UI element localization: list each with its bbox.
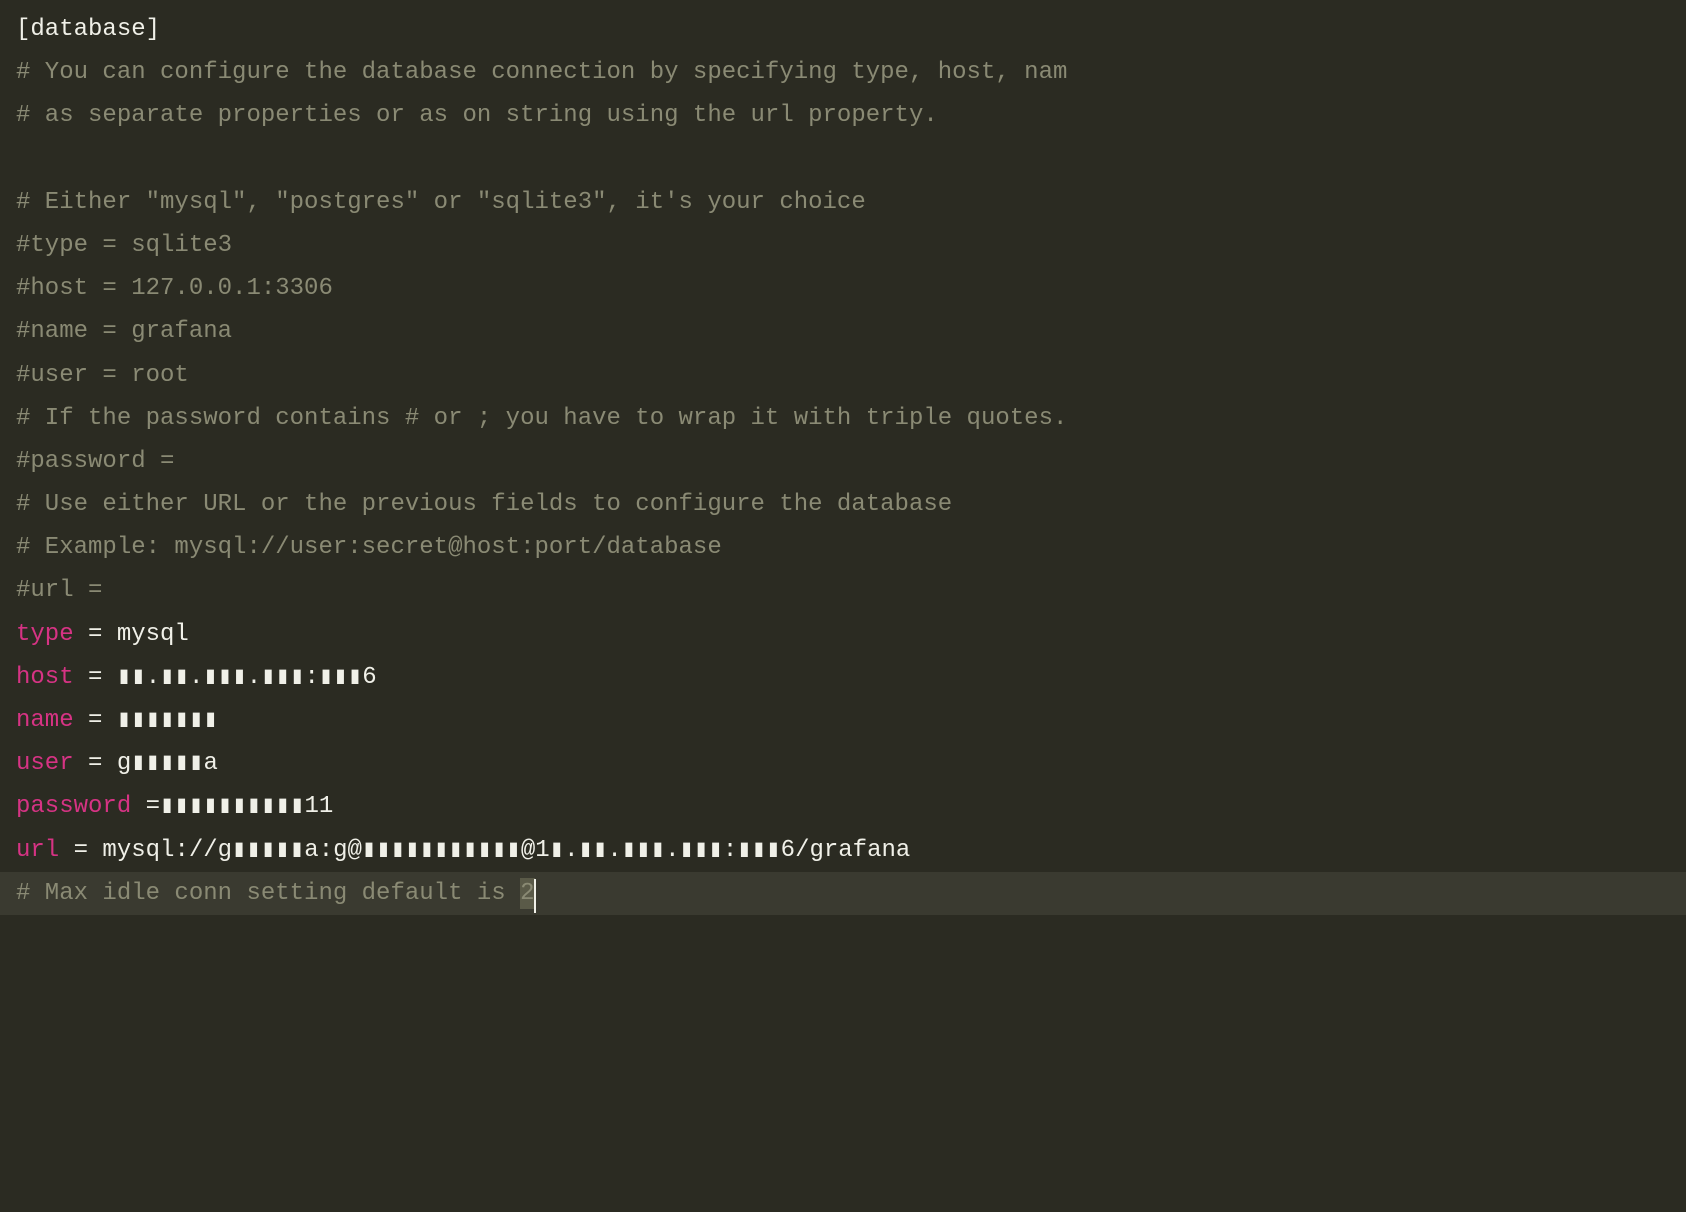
- config-value-user-obscured: g▮▮▮▮▮a: [117, 750, 218, 777]
- config-key-type: type: [16, 621, 74, 648]
- config-value-type: = mysql: [74, 621, 189, 648]
- comment-text: #user = root: [16, 362, 189, 389]
- config-line-type: type = mysql: [16, 613, 1670, 656]
- comment-text: #url =: [16, 577, 102, 604]
- section-header-line: [database]: [16, 8, 1670, 51]
- current-line[interactable]: # Max idle conn setting default is 2: [0, 872, 1686, 915]
- comment-line: #user = root: [16, 354, 1670, 397]
- comment-line: #type = sqlite3: [16, 224, 1670, 267]
- config-value-url-suffix: /grafana: [795, 837, 910, 864]
- config-line-host: host = ▮▮.▮▮.▮▮▮.▮▮▮:▮▮▮6: [16, 656, 1670, 699]
- comment-text: # as separate properties or as on string…: [16, 102, 938, 129]
- comment-text: # Either "mysql", "postgres" or "sqlite3…: [16, 189, 866, 216]
- config-line-user: user = g▮▮▮▮▮a: [16, 742, 1670, 785]
- comment-line: # as separate properties or as on string…: [16, 94, 1670, 137]
- config-key-host: host: [16, 664, 74, 691]
- section-header: [database]: [16, 16, 160, 43]
- config-value-url-obscured: ▮▮▮▮▮a:g@▮▮▮▮▮▮▮▮▮▮▮@1▮.▮▮.▮▮▮.▮▮▮:▮▮▮6: [232, 837, 795, 864]
- comment-line: #host = 127.0.0.1:3306: [16, 267, 1670, 310]
- text-cursor: [534, 879, 536, 913]
- config-value-name-obscured: ▮▮▮▮▮▮▮: [117, 707, 218, 734]
- comment-text: # Example: mysql://user:secret@host:port…: [16, 534, 722, 561]
- highlighted-char: 2: [520, 878, 534, 909]
- comment-text: # Use either URL or the previous fields …: [16, 491, 952, 518]
- comment-text: #name = grafana: [16, 318, 232, 345]
- config-value-password-obscured: ▮▮▮▮▮▮▮▮▮▮11: [160, 793, 333, 820]
- empty-line: [16, 138, 1670, 181]
- config-line-url: url = mysql://g▮▮▮▮▮a:g@▮▮▮▮▮▮▮▮▮▮▮@1▮.▮…: [16, 829, 1670, 872]
- config-line-password: password =▮▮▮▮▮▮▮▮▮▮11: [16, 785, 1670, 828]
- config-key-url: url: [16, 837, 59, 864]
- config-value-host-obscured: ▮▮.▮▮.▮▮▮.▮▮▮:▮▮▮6: [117, 664, 377, 691]
- comment-text: #password =: [16, 448, 174, 475]
- comment-line: #password =: [16, 440, 1670, 483]
- comment-text: # You can configure the database connect…: [16, 59, 1067, 86]
- comment-line: # Example: mysql://user:secret@host:port…: [16, 526, 1670, 569]
- comment-text: # If the password contains # or ; you ha…: [16, 405, 1067, 432]
- comment-text: # Max idle conn setting default is: [16, 880, 520, 907]
- comment-line: # Use either URL or the previous fields …: [16, 483, 1670, 526]
- config-key-user: user: [16, 750, 74, 777]
- config-value-url-prefix: = mysql://g: [59, 837, 232, 864]
- comment-line: # If the password contains # or ; you ha…: [16, 397, 1670, 440]
- config-key-password: password: [16, 793, 131, 820]
- equals-sign: =: [74, 707, 117, 734]
- comment-line: # Either "mysql", "postgres" or "sqlite3…: [16, 181, 1670, 224]
- equals-sign: =: [74, 750, 117, 777]
- equals-sign: =: [131, 793, 160, 820]
- config-key-name: name: [16, 707, 74, 734]
- equals-sign: =: [74, 664, 117, 691]
- comment-text: #host = 127.0.0.1:3306: [16, 275, 333, 302]
- comment-text: #type = sqlite3: [16, 232, 232, 259]
- comment-line: #name = grafana: [16, 310, 1670, 353]
- comment-line: #url =: [16, 569, 1670, 612]
- config-line-name: name = ▮▮▮▮▮▮▮: [16, 699, 1670, 742]
- comment-line: # You can configure the database connect…: [16, 51, 1670, 94]
